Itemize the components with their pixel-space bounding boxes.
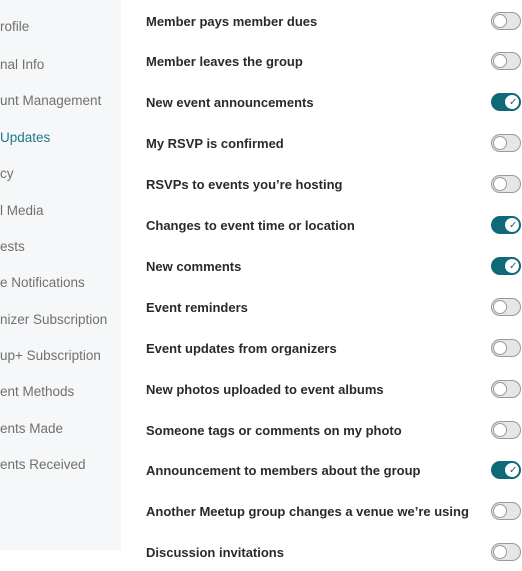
toggle-knob — [493, 545, 507, 559]
sidebar-item-account-management[interactable]: unt Management — [0, 90, 101, 112]
setting-row: Announcement to members about the group … — [121, 453, 522, 489]
toggle-knob: ✓ — [504, 217, 520, 233]
setting-toggle[interactable] — [491, 175, 521, 193]
toggle-knob — [493, 136, 507, 150]
sidebar-item-payment-methods[interactable]: ent Methods — [0, 381, 74, 403]
setting-toggle[interactable]: ✓ — [491, 216, 521, 234]
setting-row: Changes to event time or location ✓ — [121, 208, 522, 244]
setting-toggle[interactable] — [491, 421, 521, 439]
settings-sidebar: rofile nal Info unt Management Updates c… — [0, 0, 121, 550]
setting-label: Event updates from organizers — [146, 341, 337, 356]
sidebar-item-profile[interactable]: rofile — [0, 16, 29, 38]
setting-label: Member leaves the group — [146, 54, 303, 69]
sidebar-item-mobile-notifications[interactable]: e Notifications — [0, 272, 85, 294]
setting-label: Someone tags or comments on my photo — [146, 423, 402, 438]
toggle-knob — [493, 341, 507, 355]
setting-toggle[interactable] — [491, 380, 521, 398]
sidebar-item-organizer-subscription[interactable]: nizer Subscription — [0, 309, 107, 331]
setting-toggle[interactable] — [491, 52, 521, 70]
setting-toggle[interactable]: ✓ — [491, 93, 521, 111]
sidebar-item-meetup-plus-subscription[interactable]: up+ Subscription — [0, 345, 101, 367]
toggle-knob: ✓ — [504, 94, 520, 110]
setting-label: RSVPs to events you’re hosting — [146, 177, 343, 192]
setting-row: New event announcements ✓ — [121, 85, 522, 121]
setting-label: My RSVP is confirmed — [146, 136, 284, 151]
setting-toggle[interactable] — [491, 298, 521, 316]
setting-label: New event announcements — [146, 95, 314, 110]
sidebar-item-payments-made[interactable]: ents Made — [0, 418, 63, 440]
toggle-knob: ✓ — [504, 258, 520, 274]
sidebar-item-social-media[interactable]: l Media — [0, 200, 44, 222]
toggle-knob: ✓ — [504, 462, 520, 478]
sidebar-item-email-updates[interactable]: Updates — [0, 127, 50, 149]
setting-row: RSVPs to events you’re hosting — [121, 167, 522, 203]
setting-label: Discussion invitations — [146, 545, 284, 560]
setting-toggle[interactable] — [491, 134, 521, 152]
setting-row: New photos uploaded to event albums — [121, 372, 522, 408]
setting-label: New comments — [146, 259, 242, 274]
setting-row: Discussion invitations — [121, 535, 522, 571]
toggle-knob — [493, 177, 507, 191]
check-icon: ✓ — [509, 220, 518, 231]
sidebar-item-personal-info[interactable]: nal Info — [0, 54, 44, 76]
setting-toggle[interactable] — [491, 12, 521, 30]
toggle-knob — [493, 504, 507, 518]
setting-toggle[interactable]: ✓ — [491, 257, 521, 275]
toggle-knob — [493, 14, 507, 28]
toggle-knob — [493, 382, 507, 396]
toggle-knob — [493, 54, 507, 68]
setting-row: Another Meetup group changes a venue we’… — [121, 494, 522, 530]
setting-label: Event reminders — [146, 300, 248, 315]
check-icon: ✓ — [509, 97, 518, 108]
sidebar-item-interests[interactable]: ests — [0, 236, 25, 258]
toggle-knob — [493, 300, 507, 314]
sidebar-item-payments-received[interactable]: ents Received — [0, 454, 86, 476]
setting-toggle[interactable] — [491, 502, 521, 520]
check-icon: ✓ — [509, 261, 518, 272]
setting-row: Member pays member dues — [121, 4, 522, 40]
setting-label: Announcement to members about the group — [146, 463, 421, 478]
setting-label: New photos uploaded to event albums — [146, 382, 384, 397]
setting-label: Changes to event time or location — [146, 218, 355, 233]
setting-toggle[interactable] — [491, 339, 521, 357]
setting-toggle[interactable] — [491, 543, 521, 561]
setting-row: Someone tags or comments on my photo — [121, 413, 522, 449]
sidebar-item-privacy[interactable]: cy — [0, 163, 14, 185]
check-icon: ✓ — [509, 465, 518, 476]
setting-toggle[interactable]: ✓ — [491, 461, 521, 479]
setting-row: Event updates from organizers — [121, 331, 522, 367]
setting-row: Member leaves the group — [121, 44, 522, 80]
setting-row: My RSVP is confirmed — [121, 126, 522, 162]
setting-label: Another Meetup group changes a venue we’… — [146, 504, 469, 519]
setting-label: Member pays member dues — [146, 14, 318, 29]
email-updates-panel: Member pays member dues Member leaves th… — [121, 0, 522, 561]
setting-row: New comments ✓ — [121, 249, 522, 285]
toggle-knob — [493, 423, 507, 437]
setting-row: Event reminders — [121, 290, 522, 326]
